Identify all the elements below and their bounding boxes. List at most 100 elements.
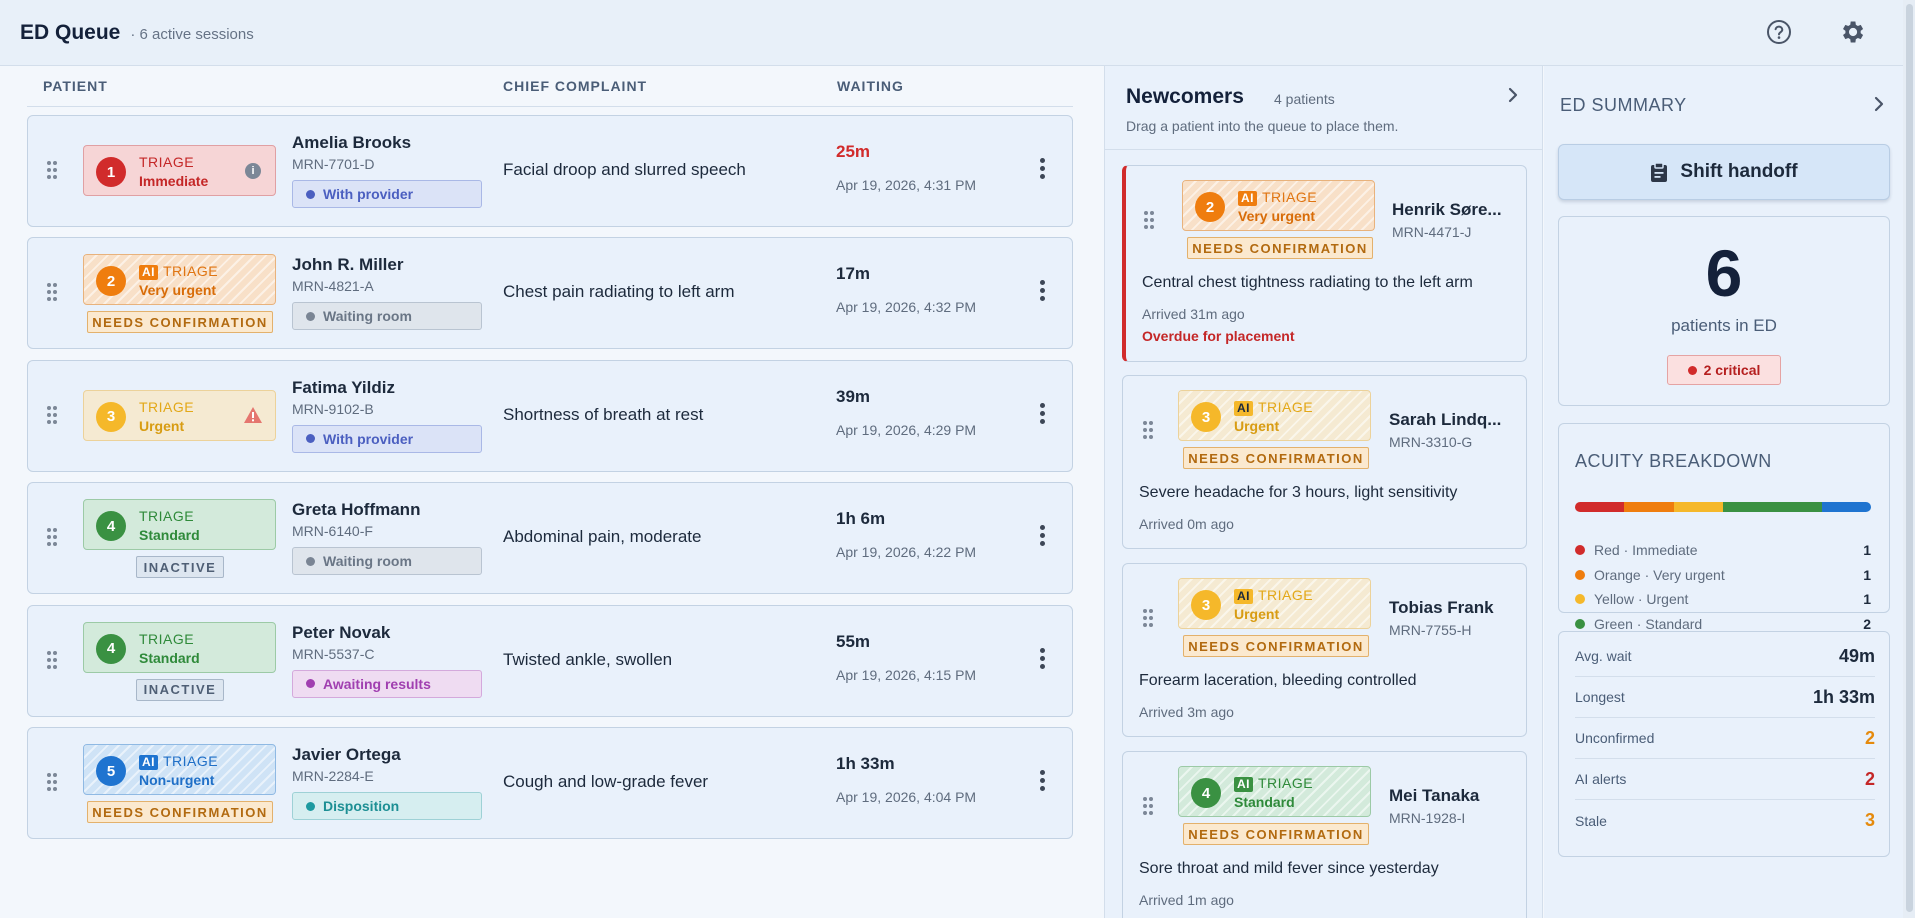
acuity-row[interactable]: Orange · Very urgent 1 [1575, 565, 1871, 585]
drag-handle-icon[interactable] [1144, 211, 1156, 231]
drag-handle-icon[interactable] [47, 773, 59, 793]
patient-name[interactable]: Mei Tanaka [1389, 786, 1509, 806]
patient-name[interactable]: Peter Novak [292, 623, 390, 643]
scrollbar[interactable] [1903, 0, 1915, 918]
arrival-time: Apr 19, 2026, 4:04 PM [836, 789, 977, 805]
census-card: 6 patients in ED 2 critical [1558, 216, 1890, 406]
chevron-right-icon[interactable] [1870, 95, 1888, 118]
more-options-icon[interactable] [1039, 525, 1045, 547]
status-chip[interactable]: Waiting room [292, 547, 482, 576]
metric-row[interactable]: Avg. wait 49m [1575, 636, 1875, 677]
acuity-label: Very urgent [1238, 208, 1316, 224]
acuity-row[interactable]: Yellow · Urgent 1 [1575, 589, 1871, 609]
chief-complaint: Shortness of breath at rest [503, 404, 704, 424]
newcomers-hint: Drag a patient into the queue to place t… [1126, 118, 1399, 134]
overdue-warning: Overdue for placement [1142, 328, 1295, 344]
triage-badge[interactable]: 5 AI TRIAGE Non-urgent [83, 744, 276, 795]
triage-badge[interactable]: 3 AI TRIAGE Urgent [1178, 578, 1371, 629]
newcomer-card[interactable]: 3 AI TRIAGE Urgent NEEDS CONFIRMATION Sarah L… [1122, 375, 1527, 549]
drag-handle-icon[interactable] [1143, 421, 1155, 441]
drag-handle-icon[interactable] [47, 650, 59, 671]
column-chief-complaint[interactable]: CHIEF COMPLAINT [503, 78, 837, 94]
more-options-icon[interactable] [1039, 158, 1045, 180]
patient-mrn: MRN-2284-E [292, 768, 374, 784]
patient-name[interactable]: Greta Hoffmann [292, 500, 420, 520]
acuity-row[interactable]: Red · Immediate 1 [1575, 540, 1871, 560]
wait-time: 1h 33m [836, 754, 895, 773]
patient-mrn: MRN-6140-F [292, 523, 373, 540]
table-row[interactable]: 4 TRIAGE Standard INACTIVE Peter Novak MRN-55… [27, 604, 1073, 717]
gear-icon[interactable] [1837, 17, 1867, 47]
patient-name[interactable]: Sarah Lindq... [1389, 410, 1509, 430]
table-row[interactable]: 5 AI TRIAGE Non-urgent NEEDS CONFIRMATION Jav… [27, 727, 1073, 839]
warning-icon[interactable] [243, 406, 263, 429]
scrollbar-thumb[interactable] [1906, 4, 1913, 912]
triage-text: TRIAGE [139, 508, 195, 525]
chief-complaint: Forearm laceration, bleeding controlled [1139, 672, 1417, 689]
help-circle-icon[interactable] [1764, 17, 1794, 47]
patient-name[interactable]: Henrik Søre... [1392, 200, 1512, 220]
table-row[interactable]: 2 AI TRIAGE Very urgent NEEDS CONFIRMATION Jo… [27, 237, 1073, 350]
acuity-level-indicator: 3 [1191, 590, 1221, 620]
column-waiting[interactable]: WAITING [837, 78, 904, 94]
acuity-level-indicator: 3 [96, 401, 126, 432]
more-options-icon[interactable] [1039, 770, 1045, 792]
column-patient[interactable]: PATIENT [43, 78, 503, 94]
triage-text: TRIAGE [1258, 587, 1314, 603]
triage-badge[interactable]: 4 TRIAGE Standard [83, 499, 276, 551]
chevron-right-icon[interactable] [1504, 86, 1522, 109]
acuity-level-indicator: 4 [96, 511, 126, 542]
status-chip[interactable]: With provider [292, 180, 482, 208]
acuity-level-indicator: 2 [1195, 192, 1225, 222]
shift-handoff-button[interactable]: Shift handoff [1558, 144, 1890, 200]
wait-time: 25m [836, 142, 871, 161]
status-chip[interactable]: Awaiting results [292, 669, 482, 698]
newcomer-card[interactable]: 2 AI TRIAGE Very urgent NEEDS CONFIRMATION He… [1122, 165, 1527, 362]
drag-handle-icon[interactable] [1143, 797, 1155, 817]
triage-badge[interactable]: 1 TRIAGE Immediate i [83, 145, 276, 196]
newcomer-card[interactable]: 4 AI TRIAGE Standard NEEDS CONFIRMATION Mei T… [1122, 751, 1527, 918]
drag-handle-icon[interactable] [47, 161, 59, 181]
triage-label: TRIAGE [139, 154, 194, 170]
status-chip[interactable]: With provider [292, 424, 482, 453]
acuity-count: 2 [1863, 615, 1871, 632]
patient-name[interactable]: Amelia Brooks [292, 133, 411, 153]
metric-row[interactable]: Longest 1h 33m [1575, 677, 1875, 718]
drag-handle-icon[interactable] [47, 283, 59, 303]
table-row[interactable]: 4 TRIAGE Standard INACTIVE Greta Hoffmann MRN… [27, 482, 1073, 595]
more-options-icon[interactable] [1039, 647, 1045, 670]
triage-badge[interactable]: 2 AI TRIAGE Very urgent [83, 254, 276, 306]
more-options-icon[interactable] [1039, 402, 1045, 425]
info-icon[interactable]: i [245, 163, 261, 179]
patient-name[interactable]: Fatima Yildiz [292, 378, 395, 398]
patient-name[interactable]: John R. Miller [292, 255, 403, 275]
metric-row[interactable]: Stale 3 [1575, 800, 1875, 841]
acuity-dot [1575, 594, 1585, 604]
metric-value: 49m [1838, 645, 1875, 666]
drag-handle-icon[interactable] [47, 528, 59, 548]
metric-value: 2 [1864, 727, 1875, 748]
triage-badge[interactable]: 4 AI TRIAGE Standard [1178, 766, 1371, 817]
status-chip[interactable]: Disposition [292, 792, 482, 820]
drag-handle-icon[interactable] [47, 405, 59, 426]
triage-badge[interactable]: 3 TRIAGE Urgent [83, 389, 276, 441]
triage-badge[interactable]: 3 AI TRIAGE Urgent [1178, 390, 1371, 441]
acuity-label: Very urgent [139, 282, 217, 299]
patient-name[interactable]: Tobias Frank [1389, 598, 1509, 618]
newcomer-card[interactable]: 3 AI TRIAGE Urgent NEEDS CONFIRMATION Tobias … [1122, 563, 1527, 737]
triage-badge[interactable]: 2 AI TRIAGE Very urgent [1182, 180, 1375, 231]
triage-badge[interactable]: 4 TRIAGE Standard [83, 621, 276, 673]
status-chip[interactable]: Waiting room [292, 302, 482, 331]
patient-name[interactable]: Javier Ortega [292, 745, 401, 765]
critical-badge[interactable]: 2 critical [1667, 355, 1781, 385]
metric-row[interactable]: AI alerts 2 [1575, 759, 1875, 800]
chief-complaint: Chest pain radiating to left arm [503, 282, 735, 302]
table-row[interactable]: 1 TRIAGE Immediate i Amelia Brooks MRN-7701-D… [27, 115, 1073, 227]
acuity-dot [1575, 545, 1585, 555]
more-options-icon[interactable] [1039, 280, 1045, 302]
table-row[interactable]: 3 TRIAGE Urgent Fatima Yildiz MRN-9102-B With… [27, 359, 1073, 472]
metric-row[interactable]: Unconfirmed 2 [1575, 718, 1875, 759]
inactive-badge: INACTIVE [136, 678, 224, 701]
drag-handle-icon[interactable] [1143, 609, 1155, 629]
patient-mrn: MRN-1928-I [1389, 810, 1466, 826]
